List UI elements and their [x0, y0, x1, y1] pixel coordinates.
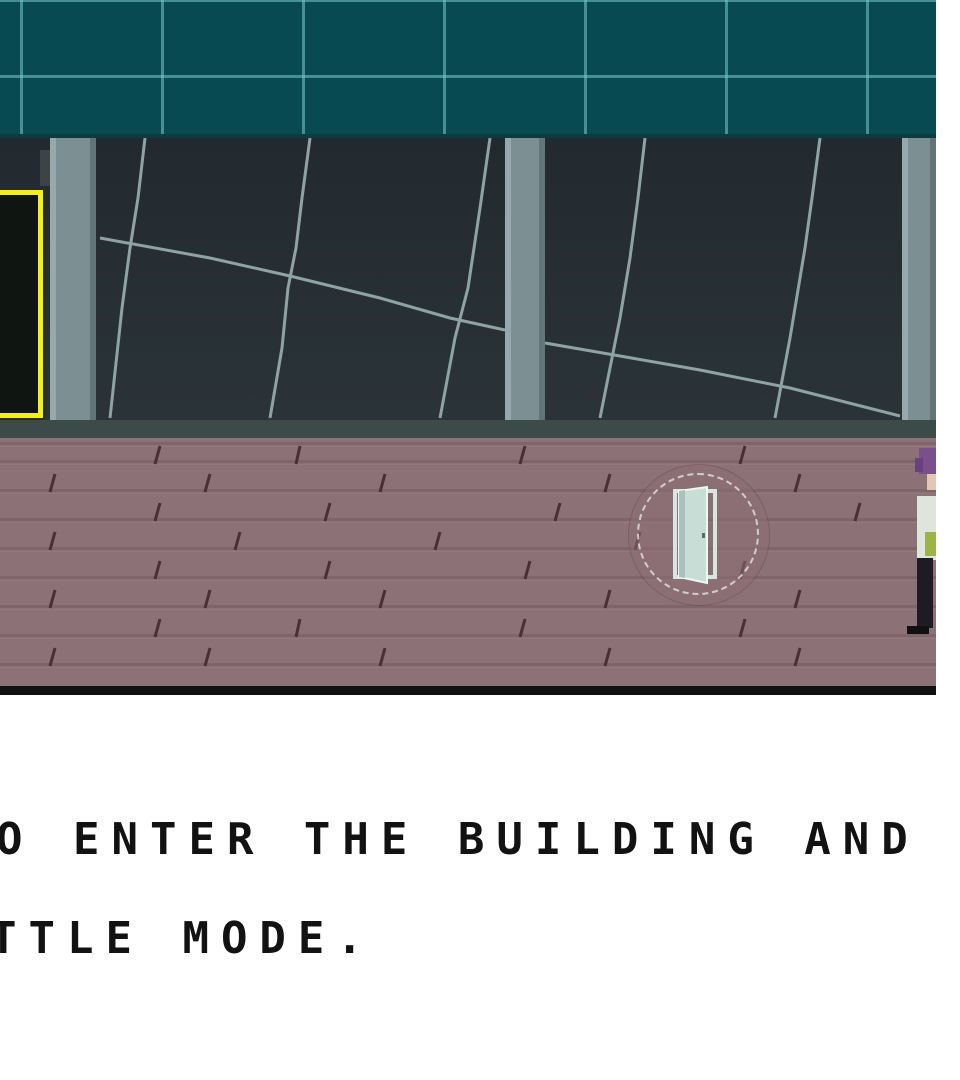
pillar-middle [505, 138, 545, 438]
game-scene [0, 0, 936, 695]
player-character [907, 448, 936, 634]
floor-edge [0, 686, 936, 695]
building-roof-tiles [0, 0, 936, 138]
cracked-window-lines [99, 138, 901, 419]
door-icon [673, 485, 717, 585]
instruction-text-line-1: O ENTER THE BUILDING AND [0, 814, 920, 865]
pillar-right [902, 138, 936, 438]
enter-building-button[interactable] [629, 465, 769, 605]
window-ledge [0, 420, 936, 440]
instruction-text-line-2: TTLE MODE. [0, 913, 375, 964]
pillar-left [50, 138, 96, 438]
brick-seams [48, 445, 862, 667]
building-sign [0, 190, 43, 418]
sign-post [40, 150, 50, 186]
